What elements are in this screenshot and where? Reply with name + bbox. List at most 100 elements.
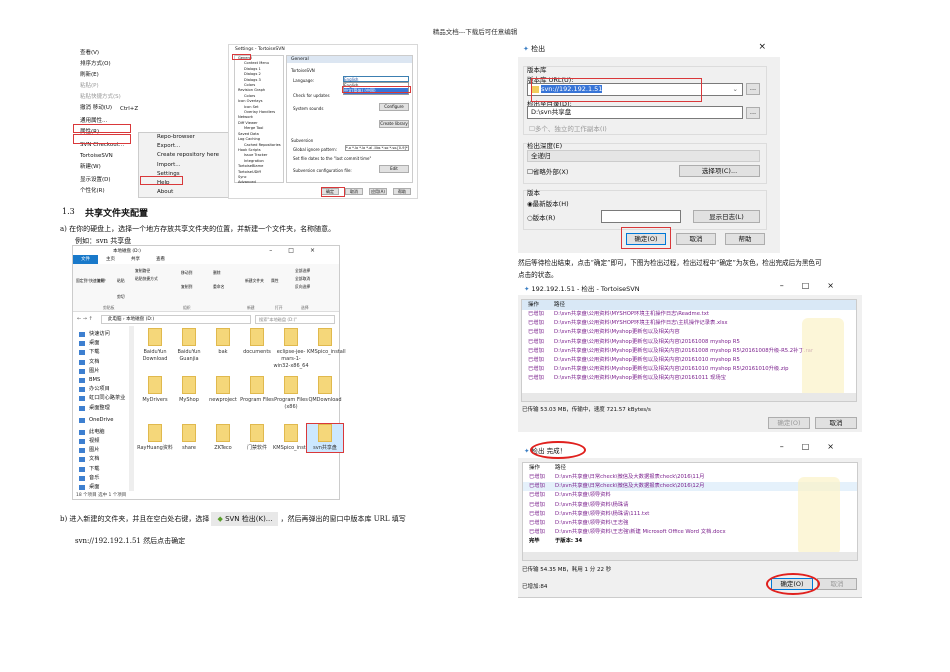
nav-pane-item[interactable]: 文档 — [75, 455, 129, 464]
search-input[interactable]: 搜索"本地磁盘 (D:)" — [255, 315, 335, 324]
submenu-item[interactable]: About — [139, 188, 229, 197]
nav-pane-item[interactable]: OneDrive — [75, 416, 129, 425]
file-item[interactable]: BaiduYun Download — [137, 328, 173, 363]
context-menu-item[interactable]: 查看(V) — [62, 48, 140, 59]
file-item[interactable]: QMDownload — [307, 376, 343, 404]
nav-pane-item[interactable]: 视频 — [75, 437, 129, 446]
ribbon-command[interactable]: 复制 — [97, 278, 105, 284]
ribbon-tab[interactable]: 主页 — [98, 255, 123, 264]
browse-dir-button[interactable]: ... — [746, 107, 760, 119]
ribbon-command[interactable]: 反向选择 — [295, 284, 310, 290]
create-library-button[interactable]: Create library — [379, 120, 409, 128]
choose-items-button[interactable]: 选择项(C)... — [679, 165, 760, 177]
browse-url-button[interactable]: ... — [746, 83, 760, 95]
file-item[interactable]: bak — [205, 328, 241, 356]
breadcrumb-drive[interactable]: 本地磁盘 (D:) — [126, 317, 154, 322]
nav-pane-item[interactable]: 下载 — [75, 348, 129, 357]
context-menu-item[interactable]: 个性化(R) — [62, 186, 140, 197]
nav-pane-item[interactable]: 快速访问 — [75, 330, 129, 339]
ribbon-command[interactable]: 粘贴 — [117, 278, 125, 284]
window-controls[interactable]: –□× — [780, 442, 852, 451]
ribbon-command[interactable]: 复制路径 — [135, 268, 150, 274]
close-button[interactable]: × — [758, 42, 766, 52]
ignore-input[interactable]: *.o *.lo *.la *.al .libs *.so *.so.[0-9]… — [345, 145, 409, 151]
nav-pane-item[interactable]: 此电脑 — [75, 428, 129, 437]
edit-button[interactable]: Edit — [379, 165, 409, 173]
submenu-item[interactable]: Repo-browser — [139, 133, 229, 142]
context-menu-item[interactable]: 排序方式(O) — [62, 59, 140, 70]
file-item[interactable]: MyShop — [171, 376, 207, 404]
horizontal-scrollbar[interactable] — [523, 552, 857, 560]
file-item[interactable]: RayHuang资料 — [137, 424, 173, 452]
revision-radio[interactable]: 版本(R) — [533, 214, 556, 222]
context-menu-item[interactable]: 粘贴快捷方式(S) — [62, 92, 140, 103]
ok-button-disabled[interactable]: 确定(O) — [768, 417, 810, 429]
nav-pane-item[interactable]: 桌面 — [75, 339, 129, 348]
cancel-button[interactable]: 取消 — [815, 417, 857, 429]
column-header-path[interactable]: 路径 — [555, 463, 566, 473]
context-menu-item[interactable]: 刷新(E) — [62, 70, 140, 81]
ribbon-command[interactable]: 重命名 — [213, 284, 224, 290]
submenu-item[interactable]: Export... — [139, 142, 229, 151]
depth-select[interactable]: 全递归 — [527, 150, 760, 162]
multi-checkbox[interactable]: 多个、独立的工作副本(I) — [535, 125, 607, 133]
ribbon-command[interactable]: 全部选择 — [295, 268, 310, 274]
window-controls[interactable]: –□× — [780, 281, 852, 290]
horizontal-scrollbar[interactable] — [522, 393, 856, 401]
ribbon-command[interactable]: 全部取消 — [295, 276, 310, 282]
ribbon-command[interactable]: 属性 — [271, 278, 279, 284]
file-item[interactable]: KMSpico_install — [307, 328, 346, 356]
settings-button[interactable]: 帮助 — [393, 188, 411, 195]
submenu-item[interactable]: Import... — [139, 161, 229, 170]
show-log-button[interactable]: 显示日志(L) — [693, 210, 760, 223]
ribbon-tab[interactable]: 查看 — [148, 255, 173, 264]
column-header-path[interactable]: 路径 — [554, 300, 565, 310]
configure-button[interactable]: Configure — [379, 103, 409, 111]
cancel-button[interactable]: 取消 — [676, 233, 716, 245]
file-item[interactable]: newproject — [205, 376, 241, 404]
ribbon-command[interactable]: 移动到 — [181, 270, 192, 276]
omit-externals-checkbox[interactable]: 省略外部(X) — [533, 168, 569, 176]
breadcrumb-this-pc[interactable]: 此电脑 — [108, 317, 122, 322]
file-item[interactable]: svn共享盘 — [306, 423, 344, 453]
file-item[interactable]: Program Files (x86) — [273, 376, 309, 411]
file-item[interactable]: documents — [239, 328, 275, 356]
column-header-op[interactable]: 操作 — [522, 300, 554, 310]
nav-pane-item[interactable]: 桌面 — [75, 483, 129, 492]
settings-button[interactable]: 取消 — [345, 188, 363, 195]
cancel-button-disabled[interactable]: 取消 — [817, 578, 857, 590]
settings-tree-item[interactable]: Issue Tracker Integration — [238, 153, 283, 164]
nav-pane-item[interactable]: BMS — [75, 376, 129, 385]
file-item[interactable]: 门禁软件 — [239, 424, 275, 452]
column-header-op[interactable]: 操作 — [523, 463, 555, 473]
nav-pane-item[interactable]: 图片 — [75, 367, 129, 376]
ribbon-command[interactable]: 新建文件夹 — [245, 278, 264, 284]
revision-input[interactable] — [601, 210, 681, 223]
nav-pane-item[interactable]: 图片 — [75, 446, 129, 455]
context-menu-item[interactable]: TortoiseSVN — [62, 151, 140, 162]
nav-pane-item[interactable]: 办公项目 — [75, 385, 129, 394]
nav-pane-item[interactable]: 虹口同心路茶业 — [75, 394, 129, 403]
settings-tree-item[interactable]: Advanced — [238, 180, 283, 185]
ribbon-tab[interactable]: 共享 — [123, 255, 148, 264]
ribbon-command[interactable]: 粘贴快捷方式 — [135, 276, 158, 282]
head-revision-radio[interactable]: 最新版本(H) — [533, 200, 569, 208]
file-item[interactable]: Program Files — [239, 376, 275, 404]
file-item[interactable]: MyDrivers — [137, 376, 173, 404]
ribbon-command[interactable]: 删除 — [213, 270, 221, 276]
help-button[interactable]: 帮助 — [725, 233, 765, 245]
file-item[interactable]: ZKTeco — [205, 424, 241, 452]
context-menu-item[interactable]: 新建(W) — [62, 162, 140, 173]
nav-pane-item[interactable]: 下载 — [75, 465, 129, 474]
nav-pane-item[interactable]: 桌面整理 — [75, 404, 129, 413]
file-item[interactable]: eclipse-jee-mars-1-win32-x86_64 — [273, 328, 309, 370]
ribbon-tab[interactable]: 文件 — [73, 255, 98, 264]
nav-pane-item[interactable]: 文档 — [75, 358, 129, 367]
context-menu-item[interactable]: 粘贴(P) — [62, 81, 140, 92]
nav-scrollbar[interactable] — [129, 326, 134, 491]
ribbon-command[interactable]: 复制到 — [181, 284, 192, 290]
submenu-item[interactable]: Create repository here — [139, 151, 229, 160]
ribbon-command[interactable]: 剪切 — [117, 294, 125, 300]
dir-input[interactable]: D:\svn共享盘 — [527, 106, 743, 119]
settings-button[interactable]: 应用(A) — [369, 188, 387, 195]
